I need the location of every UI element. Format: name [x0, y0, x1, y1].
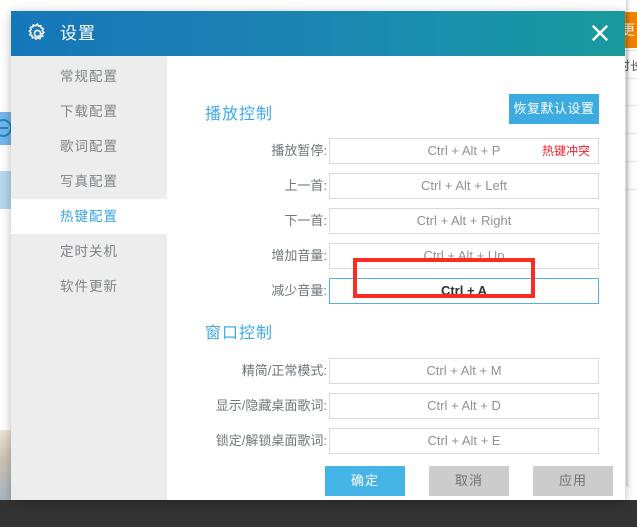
dialog-titlebar[interactable]: 设置: [11, 11, 625, 56]
row-label-volume-up: 增加音量:: [167, 243, 327, 269]
hotkey-input-lock-unlock-desktop-lyrics[interactable]: Ctrl + Alt + E: [329, 428, 599, 454]
sidebar-item-download[interactable]: 下载配置: [11, 94, 167, 129]
hotkey-input-show-hide-desktop-lyrics[interactable]: Ctrl + Alt + D: [329, 393, 599, 419]
settings-dialog: 设置 常规配置 下载配置 歌词配置 写真配置 热键配置 定时关机 软件更新 播放…: [11, 11, 625, 500]
hotkey-value-next-track: Ctrl + Alt + Right: [330, 209, 598, 233]
hotkey-value-previous-track: Ctrl + Alt + Left: [330, 174, 598, 198]
apply-button[interactable]: 应用: [533, 466, 613, 496]
hotkey-input-play-pause[interactable]: Ctrl + Alt + P 热键冲突: [329, 138, 599, 164]
settings-content: 播放控制 恢复默认设置 播放暂停: Ctrl + Alt + P 热键冲突 上一…: [167, 56, 625, 454]
cancel-button[interactable]: 取消: [429, 466, 509, 496]
settings-sidebar: 常规配置 下载配置 歌词配置 写真配置 热键配置 定时关机 软件更新: [11, 56, 167, 500]
sidebar-item-timer-shutdown[interactable]: 定时关机: [11, 234, 167, 269]
sidebar-item-photo[interactable]: 写真配置: [11, 164, 167, 199]
row-label-next-track: 下一首:: [167, 208, 327, 234]
row-label-volume-down: 减少音量:: [167, 278, 327, 304]
row-label-compact-normal-mode: 精简/正常模式:: [167, 358, 327, 384]
sidebar-item-general[interactable]: 常规配置: [11, 59, 167, 94]
hotkey-value-volume-down: Ctrl + A: [330, 279, 598, 303]
sidebar-item-lyrics[interactable]: 歌词配置: [11, 129, 167, 164]
screen: 更 时长 设置 常规配置 下载配置 歌词配置: [0, 0, 637, 527]
dialog-footer: 确定 取消 应用: [167, 454, 625, 500]
hotkey-value-show-hide-desktop-lyrics: Ctrl + Alt + D: [330, 394, 598, 418]
row-label-lock-unlock-desktop-lyrics: 锁定/解锁桌面歌词:: [167, 428, 327, 454]
sidebar-item-hotkeys[interactable]: 热键配置: [11, 199, 167, 234]
dialog-title: 设置: [60, 22, 96, 45]
section-title-playback-control: 播放控制: [205, 100, 273, 124]
row-label-previous-track: 上一首:: [167, 173, 327, 199]
hotkey-value-lock-unlock-desktop-lyrics: Ctrl + Alt + E: [330, 429, 598, 453]
hotkey-value-volume-up: Ctrl + Alt + Up: [330, 244, 598, 268]
gear-icon: [26, 22, 49, 45]
hotkey-value-compact-normal-mode: Ctrl + Alt + M: [330, 359, 598, 383]
hotkey-input-volume-up[interactable]: Ctrl + Alt + Up: [329, 243, 599, 269]
hotkey-input-volume-down[interactable]: Ctrl + A: [329, 278, 599, 304]
hotkey-input-previous-track[interactable]: Ctrl + Alt + Left: [329, 173, 599, 199]
close-icon[interactable]: [589, 22, 611, 44]
hotkey-conflict-warning: 热键冲突: [542, 139, 590, 163]
sidebar-item-software-update[interactable]: 软件更新: [11, 269, 167, 304]
restore-defaults-button[interactable]: 恢复默认设置: [509, 94, 599, 124]
hotkey-input-compact-normal-mode[interactable]: Ctrl + Alt + M: [329, 358, 599, 384]
row-label-show-hide-desktop-lyrics: 显示/隐藏桌面歌词:: [167, 393, 327, 419]
section-title-window-control: 窗口控制: [205, 319, 273, 343]
background-bottom-bar: [0, 500, 637, 527]
ok-button[interactable]: 确定: [325, 466, 405, 496]
hotkey-input-next-track[interactable]: Ctrl + Alt + Right: [329, 208, 599, 234]
row-label-play-pause: 播放暂停:: [167, 138, 327, 164]
dialog-shadow: [626, 0, 630, 487]
